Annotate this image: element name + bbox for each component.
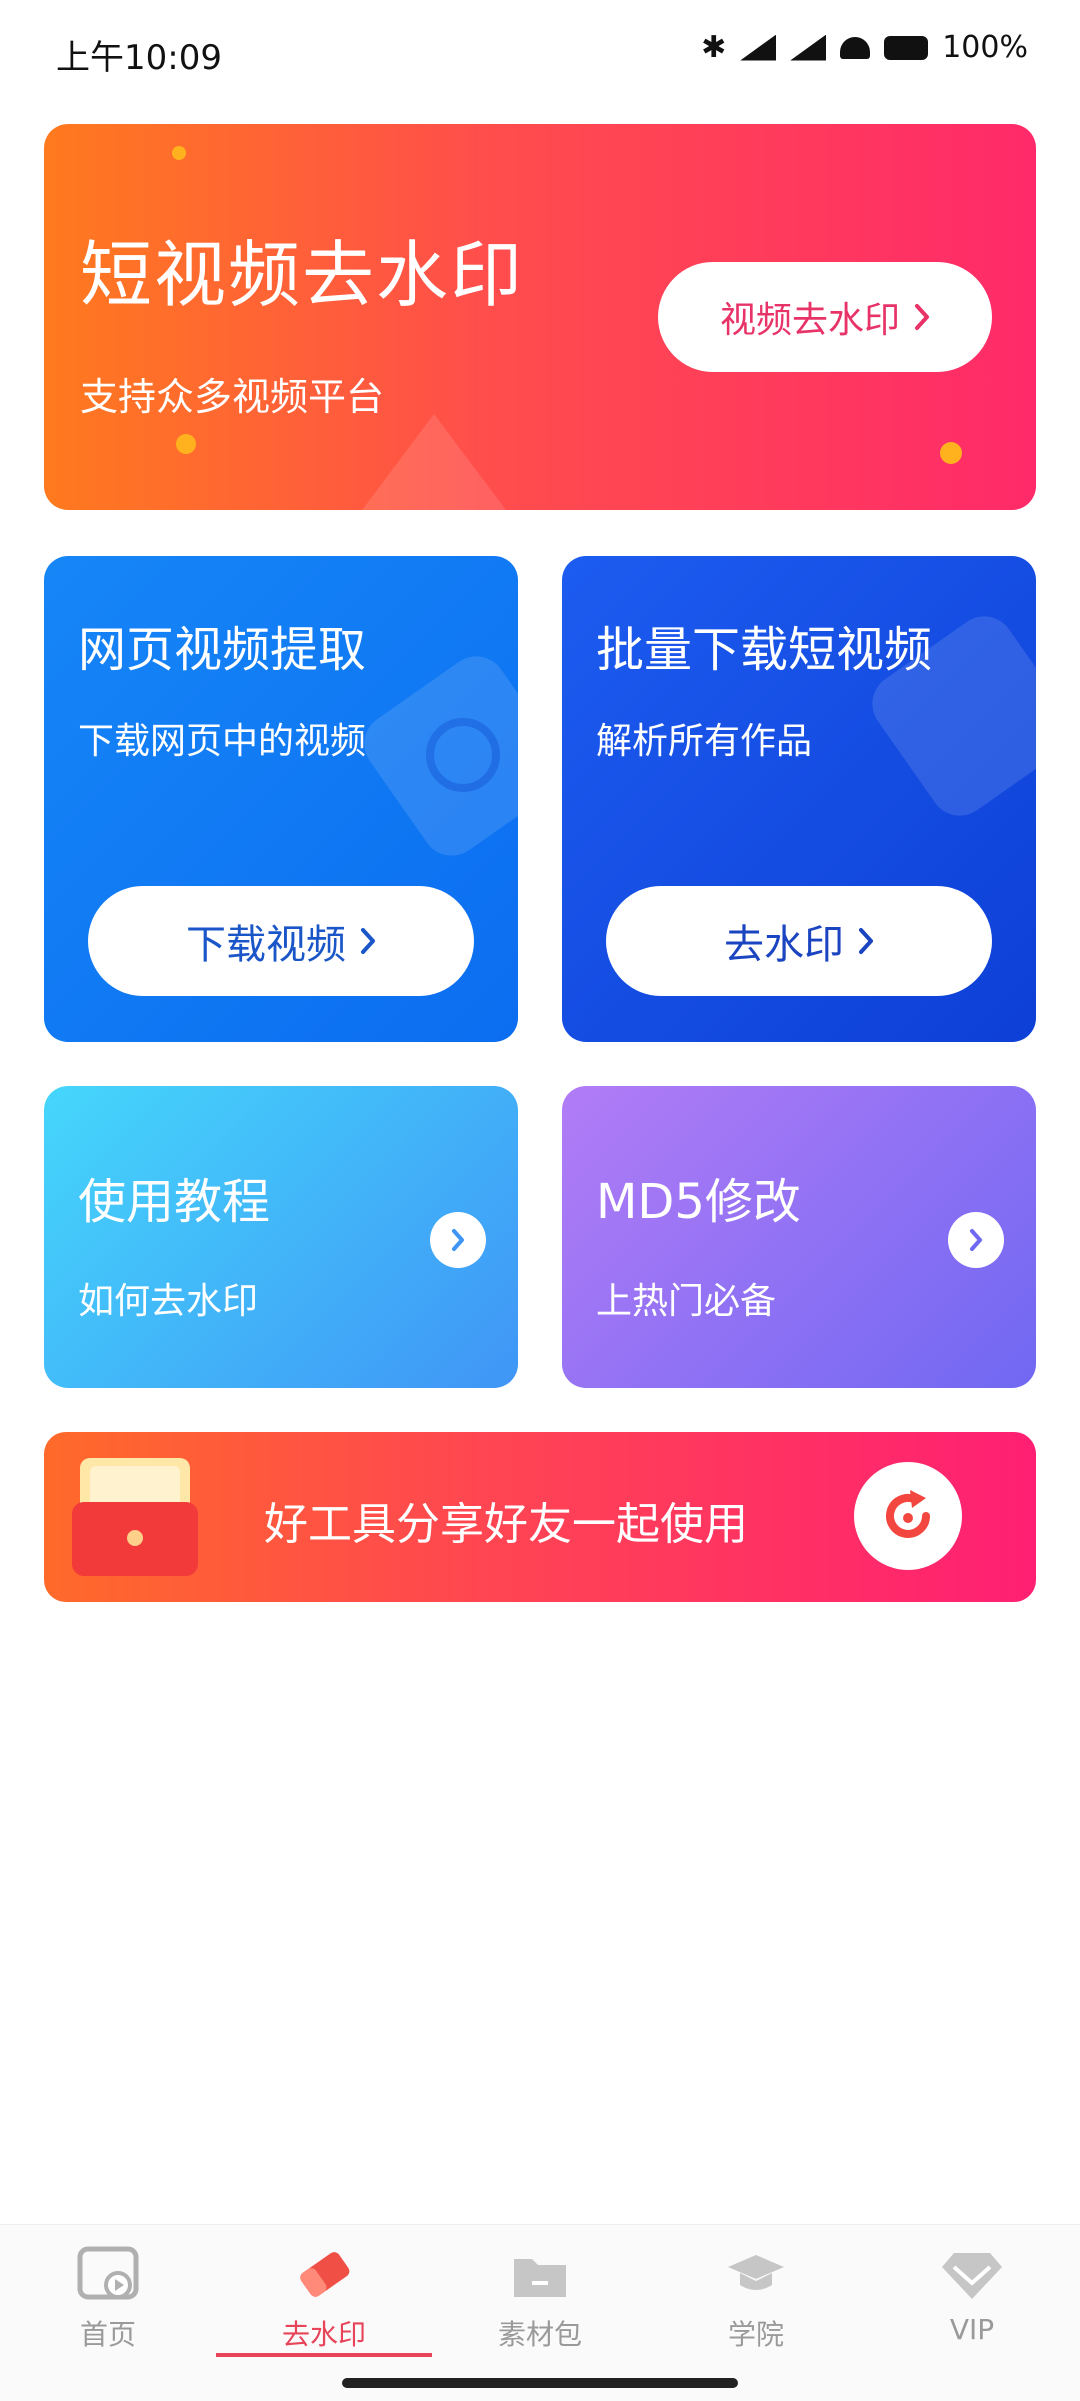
decor-triangle [344,414,524,510]
download-video-button[interactable]: 下载视频 [88,886,474,996]
wifi-icon [840,36,871,59]
web-video-title: 网页视频提取 [78,622,367,678]
share-arrow-icon [886,1490,930,1538]
batch-button-label: 去水印 [724,922,844,968]
chevron-right-icon [859,928,873,954]
home-indicator[interactable] [342,2378,738,2388]
red-envelope-icon [72,1458,198,1576]
md5-title: MD5修改 [596,1174,801,1230]
chevron-right-icon [915,304,929,330]
web-video-card[interactable]: 网页视频提取 下载网页中的视频 下载视频 [44,556,518,1042]
tutorial-subtitle: 如何去水印 [78,1281,259,1322]
nav-label-watermark: 去水印 [281,2318,366,2351]
download-video-label: 下载视频 [186,922,346,968]
share-banner[interactable]: 好工具分享好友一起使用 [44,1432,1036,1602]
nav-item-vip[interactable]: VIP [864,2245,1080,2346]
bottom-nav: 首页 去水印 素材包 学院 VIP [0,2224,1080,2401]
remove-watermark-batch-button[interactable]: 去水印 [606,886,992,996]
md5-subtitle: 上热门必备 [596,1281,777,1322]
batch-download-card[interactable]: 批量下载短视频 解析所有作品 去水印 [562,556,1036,1042]
nav-label-materials: 素材包 [497,2318,582,2351]
decor-dot [172,146,186,160]
signal-icon [740,34,777,61]
nav-item-materials[interactable]: 素材包 [432,2245,648,2353]
eraser-icon [300,2252,350,2297]
batch-download-title: 批量下载短视频 [596,622,933,678]
nav-item-academy[interactable]: 学院 [648,2245,864,2353]
chevron-right-icon [361,928,375,954]
hero-button-label: 视频去水印 [719,300,900,341]
battery-icon [884,35,929,60]
share-icon[interactable] [854,1462,962,1570]
decor-dot [176,434,196,454]
nav-label-academy: 学院 [727,2318,784,2351]
status-time: 上午10:09 [56,38,222,78]
nav-item-home[interactable]: 首页 [0,2245,216,2353]
hero-title: 短视频去水印 [80,233,525,317]
decor-dot [940,442,962,464]
tutorial-card[interactable]: 使用教程 如何去水印 [44,1086,518,1388]
graduation-cap-icon [728,2255,784,2290]
nav-label-home: 首页 [79,2318,136,2351]
status-icons: ✱ 100% [701,30,1028,65]
active-tab-indicator [216,2353,432,2357]
remove-watermark-button[interactable]: 视频去水印 [658,262,992,372]
decor-ring [426,718,500,792]
tutorial-title: 使用教程 [78,1174,271,1230]
hero-card[interactable]: 短视频去水印 支持众多视频平台 视频去水印 [44,124,1036,510]
status-bar: 上午10:09 ✱ 100% [0,0,1080,106]
video-play-icon [77,2246,139,2300]
chevron-right-icon [452,1229,464,1251]
bluetooth-icon: ✱ [701,30,727,65]
hero-subtitle: 支持众多视频平台 [80,375,385,419]
batch-download-subtitle: 解析所有作品 [596,721,813,762]
web-video-subtitle: 下载网页中的视频 [78,721,367,762]
tutorial-arrow-button[interactable] [430,1212,486,1268]
signal-icon [790,34,827,61]
battery-level: 100% [942,30,1028,65]
chevron-right-icon [970,1229,982,1251]
nav-item-watermark[interactable]: 去水印 [216,2245,432,2353]
md5-card[interactable]: MD5修改 上热门必备 [562,1086,1036,1388]
share-text: 好工具分享好友一起使用 [264,1499,748,1550]
folder-icon [514,2259,566,2297]
diamond-icon [942,2253,1002,2299]
md5-arrow-button[interactable] [948,1212,1004,1268]
nav-label-vip: VIP [949,2313,995,2346]
